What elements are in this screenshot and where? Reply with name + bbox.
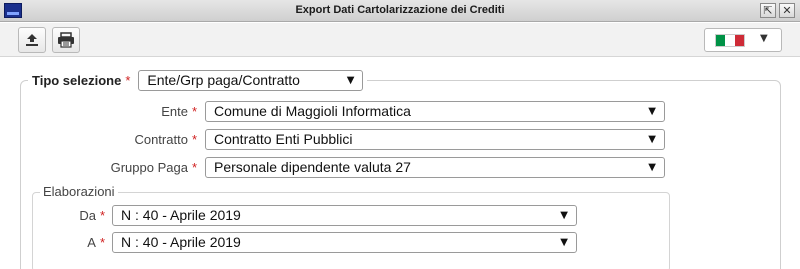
gruppo-paga-value: Personale dipendente valuta 27 [214, 159, 411, 175]
close-button[interactable]: ✕ [779, 3, 795, 18]
gruppo-paga-label-group: Gruppo Paga * [110, 160, 197, 175]
tipo-selezione-legend: Tipo selezione * Ente/Grp paga/Contratto… [28, 69, 368, 91]
chevron-down-icon: ▼ [760, 33, 768, 44]
toolbar: ▼ [0, 23, 800, 57]
elaborazioni-legend: Elaborazioni [40, 184, 118, 199]
required-marker: * [125, 72, 131, 88]
printer-icon [58, 32, 74, 48]
ente-label-group: Ente * [161, 104, 197, 119]
gruppo-paga-label: Gruppo Paga [110, 160, 188, 175]
title-bar: Export Dati Cartolarizzazione dei Credit… [0, 0, 800, 22]
italian-flag-icon [715, 34, 745, 47]
chevron-down-icon: ▼ [648, 162, 656, 173]
restore-button[interactable]: ⇱ [760, 3, 776, 18]
a-label-group: A * [87, 235, 105, 250]
language-select[interactable]: ▼ [704, 28, 782, 52]
a-label: A [87, 235, 96, 250]
tipo-selezione-select[interactable]: Ente/Grp paga/Contratto ▼ [138, 69, 364, 91]
tipo-selezione-value: Ente/Grp paga/Contratto [147, 71, 300, 88]
da-value: N : 40 - Aprile 2019 [121, 207, 241, 223]
da-select[interactable]: N : 40 - Aprile 2019 ▼ [112, 205, 577, 226]
gruppo-paga-select[interactable]: Personale dipendente valuta 27 ▼ [205, 157, 665, 178]
elaborazioni-panel [32, 192, 670, 269]
export-button[interactable] [18, 27, 46, 53]
a-select[interactable]: N : 40 - Aprile 2019 ▼ [112, 232, 577, 253]
print-button[interactable] [52, 27, 80, 53]
ente-select[interactable]: Comune di Maggioli Informatica ▼ [205, 101, 665, 122]
ente-value: Comune di Maggioli Informatica [214, 103, 411, 119]
chevron-down-icon: ▼ [648, 134, 656, 145]
ente-label: Ente [161, 104, 188, 119]
tipo-selezione-label: Tipo selezione [32, 72, 122, 88]
da-label-group: Da * [79, 208, 105, 223]
contratto-label-group: Contratto * [134, 132, 197, 147]
window-title: Export Dati Cartolarizzazione dei Credit… [295, 4, 505, 16]
upload-icon [26, 34, 38, 46]
chevron-down-icon: ▼ [560, 210, 568, 221]
chevron-down-icon: ▼ [648, 106, 656, 117]
chevron-down-icon: ▼ [340, 70, 355, 90]
a-value: N : 40 - Aprile 2019 [121, 234, 241, 250]
da-label: Da [79, 208, 96, 223]
contratto-label: Contratto [134, 132, 188, 147]
chevron-down-icon: ▼ [560, 237, 568, 248]
contratto-select[interactable]: Contratto Enti Pubblici ▼ [205, 129, 665, 150]
contratto-value: Contratto Enti Pubblici [214, 131, 353, 147]
